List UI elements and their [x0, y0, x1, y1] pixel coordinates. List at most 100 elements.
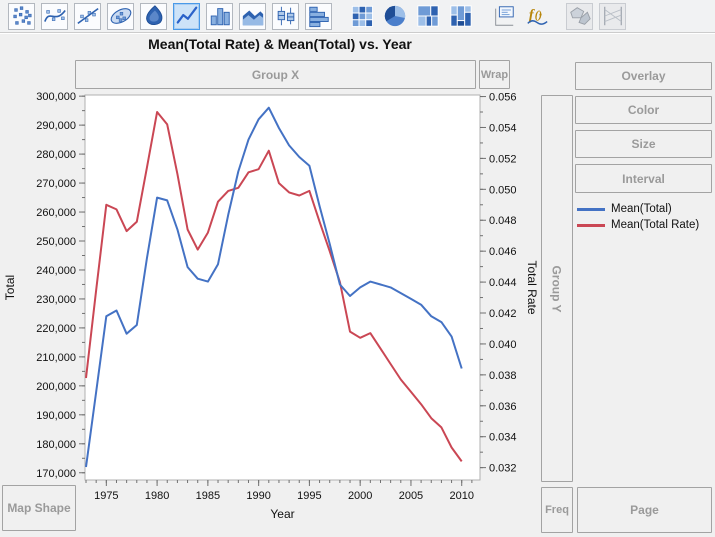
area-icon: [241, 4, 265, 28]
parallel-icon: [601, 4, 625, 28]
parallel-element-icon-button: [599, 3, 626, 30]
y-left-tick-label: 210,000: [36, 352, 76, 364]
dropzone-freq-label: Freq: [545, 504, 569, 516]
heatmap-element-icon-button[interactable]: [348, 3, 375, 30]
plot-frame[interactable]: [85, 95, 480, 480]
line-icon: [175, 4, 199, 28]
dropzone-wrap[interactable]: Wrap: [479, 60, 510, 89]
x-axis-tick-label: 1990: [246, 490, 270, 502]
pie-element-icon-button[interactable]: [381, 3, 408, 30]
dropzone-overlay[interactable]: Overlay: [575, 62, 712, 90]
mosaic-icon: [449, 4, 473, 28]
chart-legend: Mean(Total) Mean(Total Rate): [577, 201, 715, 233]
dropzone-size-label: Size: [631, 137, 655, 151]
y-left-tick-label: 170,000: [36, 468, 76, 480]
dropzone-page[interactable]: Page: [577, 487, 712, 533]
y-left-tick-label: 240,000: [36, 265, 76, 277]
chart-plot[interactable]: 19751980198519901995200020052010170,0001…: [0, 90, 540, 537]
histogram-element-icon-button[interactable]: [305, 3, 332, 30]
legend-line-swatch: [577, 208, 605, 211]
y-left-tick-label: 190,000: [36, 410, 76, 422]
box-plot-element-icon-button[interactable]: [272, 3, 299, 30]
formula-element-icon-button[interactable]: f(): [523, 3, 550, 30]
y-right-tick-label: 0.038: [489, 370, 517, 382]
legend-item-label: Mean(Total): [611, 203, 672, 215]
area-element-icon-button[interactable]: [239, 3, 266, 30]
y-left-axis-title: Total: [3, 275, 17, 300]
dropzone-size[interactable]: Size: [575, 130, 712, 158]
bar-element-icon-button[interactable]: [206, 3, 233, 30]
y-right-tick-label: 0.044: [489, 277, 517, 289]
smoother-icon: [43, 4, 67, 28]
smoother-element-icon-button[interactable]: [41, 3, 68, 30]
dropzone-map-shape[interactable]: Map Shape: [2, 485, 76, 531]
points-icon: [10, 4, 34, 28]
dropzone-overlay-label: Overlay: [621, 69, 665, 83]
caption-box-element-icon-button[interactable]: [490, 3, 517, 30]
histogram-icon: [307, 4, 331, 28]
line-of-fit-element-icon-button[interactable]: [74, 3, 101, 30]
x-axis-title: Year: [270, 507, 294, 521]
element-type-toolbar: f(): [0, 0, 715, 33]
dropzone-group-x[interactable]: Group X: [75, 60, 476, 89]
x-axis-tick-label: 1980: [145, 490, 169, 502]
dropzone-color-label: Color: [628, 103, 659, 117]
pie-icon: [383, 4, 407, 28]
heatmap-icon: [350, 4, 374, 28]
chart-title: Mean(Total Rate) & Mean(Total) vs. Year: [60, 36, 500, 56]
contour-element-icon-button[interactable]: [140, 3, 167, 30]
x-axis-tick-label: 2005: [399, 490, 423, 502]
y-right-tick-label: 0.034: [489, 432, 517, 444]
y-right-tick-label: 0.040: [489, 339, 517, 351]
y-left-tick-label: 280,000: [36, 149, 76, 161]
y-right-axis-title: Total Rate: [525, 260, 539, 314]
y-right-tick-label: 0.056: [489, 92, 517, 104]
y-right-tick-label: 0.032: [489, 463, 517, 475]
y-right-tick-label: 0.048: [489, 215, 517, 227]
points-element-icon-button[interactable]: [8, 3, 35, 30]
y-left-tick-label: 300,000: [36, 91, 76, 103]
x-axis-tick-label: 2010: [449, 490, 473, 502]
y-left-tick-label: 270,000: [36, 178, 76, 190]
y-right-tick-label: 0.054: [489, 122, 517, 134]
y-left-tick-label: 260,000: [36, 207, 76, 219]
formula-icon: f(): [525, 4, 549, 28]
mosaic-element-icon-button[interactable]: [447, 3, 474, 30]
y-left-tick-label: 220,000: [36, 323, 76, 335]
dropzone-map-shape-label: Map Shape: [7, 501, 70, 515]
y-left-tick-label: 180,000: [36, 439, 76, 451]
map-shapes-element-icon-button: [566, 3, 593, 30]
y-left-tick-label: 230,000: [36, 294, 76, 306]
dropzone-freq[interactable]: Freq: [541, 487, 573, 533]
x-axis-tick-label: 1995: [297, 490, 321, 502]
dropzone-interval-label: Interval: [622, 172, 665, 186]
graph-builder-window: f() Mean(Total Rate) & Mean(Total) vs. Y…: [0, 0, 715, 537]
dropzone-group-y[interactable]: Group Y: [541, 95, 573, 482]
legend-item[interactable]: Mean(Total Rate): [577, 217, 715, 233]
map-shapes-icon: [568, 4, 592, 28]
dropzone-page-label: Page: [630, 503, 659, 517]
y-right-tick-label: 0.050: [489, 184, 517, 196]
legend-item-label: Mean(Total Rate): [611, 219, 699, 231]
treemap-element-icon-button[interactable]: [414, 3, 441, 30]
treemap-icon: [416, 4, 440, 28]
contour-icon: [142, 4, 166, 28]
y-left-tick-label: 200,000: [36, 381, 76, 393]
x-axis-tick-label: 2000: [348, 490, 372, 502]
box-plot-icon: [274, 4, 298, 28]
y-right-tick-label: 0.036: [489, 401, 517, 413]
dropzone-color[interactable]: Color: [575, 96, 712, 124]
caption-box-icon: [492, 4, 516, 28]
y-left-tick-label: 250,000: [36, 236, 76, 248]
y-right-tick-label: 0.042: [489, 308, 517, 320]
y-right-tick-label: 0.046: [489, 246, 517, 258]
legend-line-swatch: [577, 224, 605, 227]
dropzone-group-x-label: Group X: [252, 68, 299, 82]
legend-item[interactable]: Mean(Total): [577, 201, 715, 217]
y-right-tick-label: 0.052: [489, 153, 517, 165]
dropzone-wrap-label: Wrap: [481, 69, 508, 81]
dropzone-interval[interactable]: Interval: [575, 164, 712, 193]
line-element-icon-button[interactable]: [173, 3, 200, 30]
ellipse-element-icon-button[interactable]: [107, 3, 134, 30]
dropzone-group-y-label: Group Y: [550, 265, 564, 312]
